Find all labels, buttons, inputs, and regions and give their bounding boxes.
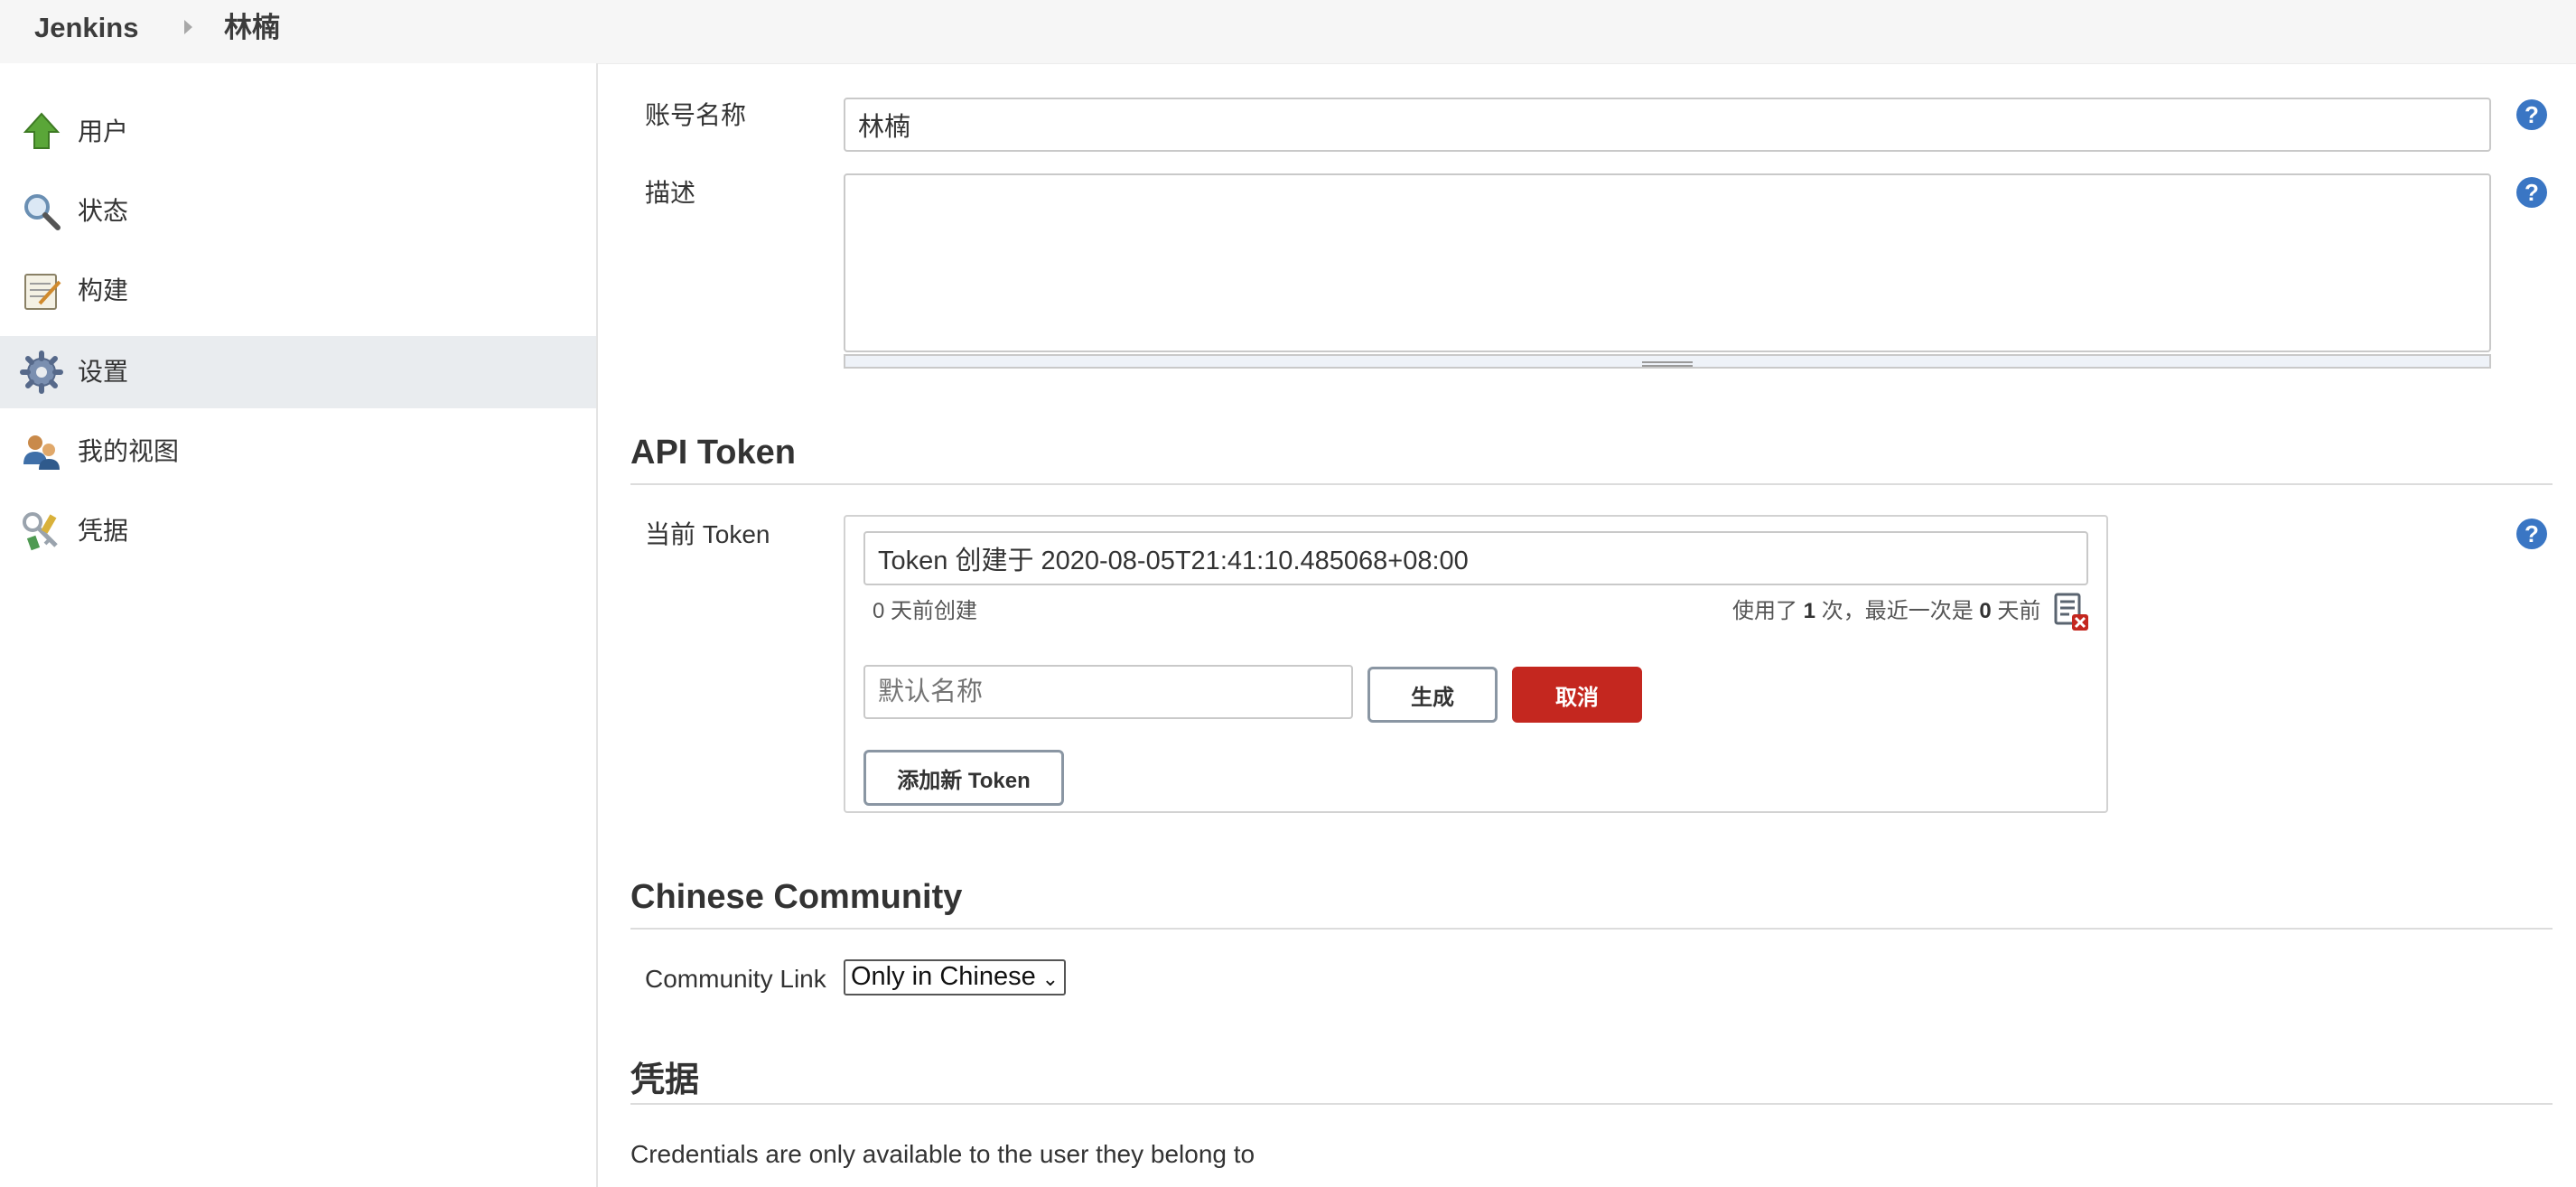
community-title: Chinese Community	[630, 878, 963, 916]
cancel-button[interactable]: 取消	[1512, 667, 1642, 723]
keys-icon	[23, 512, 58, 551]
user-up-arrow-icon	[23, 112, 61, 149]
account-name-help-icon[interactable]: ?	[2516, 99, 2547, 130]
resize-grip-icon	[1642, 361, 1693, 367]
sidebar-item-credentials[interactable]: 凭据	[0, 495, 596, 567]
sidebar-item-label: 设置	[78, 358, 129, 386]
notepad-icon	[24, 274, 61, 310]
magnifier-icon	[24, 194, 61, 230]
section-divider	[630, 928, 2553, 930]
description-label: 描述	[645, 179, 696, 207]
sidebar-item-label: 构建	[78, 276, 129, 304]
add-token-button[interactable]: 添加新 Token	[863, 750, 1064, 806]
sidebar-item-status[interactable]: 状态	[0, 175, 596, 248]
people-icon	[23, 435, 60, 470]
section-divider	[630, 1103, 2553, 1105]
breadcrumb: Jenkins 林楠	[0, 0, 2576, 64]
token-help-icon[interactable]: ?	[2516, 519, 2547, 549]
community-link-label: Community Link	[645, 965, 826, 993]
token-info-field[interactable]	[863, 531, 2088, 585]
chevron-down-icon: ⌄	[1041, 967, 1059, 990]
account-name-label: 账号名称	[645, 101, 747, 129]
breadcrumb-user-link[interactable]: 林楠	[224, 0, 280, 56]
token-created-text: 0 天前创建	[873, 599, 978, 623]
sidebar-item-builds[interactable]: 构建	[0, 255, 596, 327]
sidebar-item-settings[interactable]: 设置	[0, 336, 596, 408]
breadcrumb-separator-icon	[184, 20, 192, 34]
community-link-select[interactable]: Only in Chinese ⌄	[844, 959, 1066, 995]
gear-icon	[20, 350, 63, 394]
community-link-selected-value: Only in Chinese	[851, 962, 1036, 991]
revoke-token-icon[interactable]	[2054, 593, 2090, 632]
sidebar-item-label: 我的视图	[78, 437, 180, 465]
token-usage-text: 使用了 1 次，最近一次是 0 天前	[1732, 599, 2041, 623]
description-textarea[interactable]	[844, 173, 2491, 352]
sidebar-item-label: 用户	[78, 117, 129, 145]
sidebar-item-label: 状态	[78, 197, 129, 225]
sidebar-item-user[interactable]: 用户	[0, 96, 596, 168]
section-divider	[630, 483, 2553, 485]
sidebar-item-label: 凭据	[78, 517, 129, 545]
breadcrumb-jenkins-link[interactable]: Jenkins	[34, 0, 138, 56]
api-token-title: API Token	[630, 434, 796, 472]
credentials-title: 凭据	[630, 1061, 700, 1099]
account-name-input[interactable]	[844, 98, 2491, 152]
sidebar: 用户 状态 构建 设置 我的视图 凭据	[0, 63, 598, 1187]
credentials-note: Credentials are only available to the us…	[630, 1140, 1255, 1168]
token-name-input[interactable]	[863, 665, 1353, 719]
sidebar-item-my-views[interactable]: 我的视图	[0, 416, 596, 488]
current-token-label: 当前 Token	[645, 520, 770, 548]
generate-button[interactable]: 生成	[1367, 667, 1498, 723]
description-help-icon[interactable]: ?	[2516, 177, 2547, 208]
